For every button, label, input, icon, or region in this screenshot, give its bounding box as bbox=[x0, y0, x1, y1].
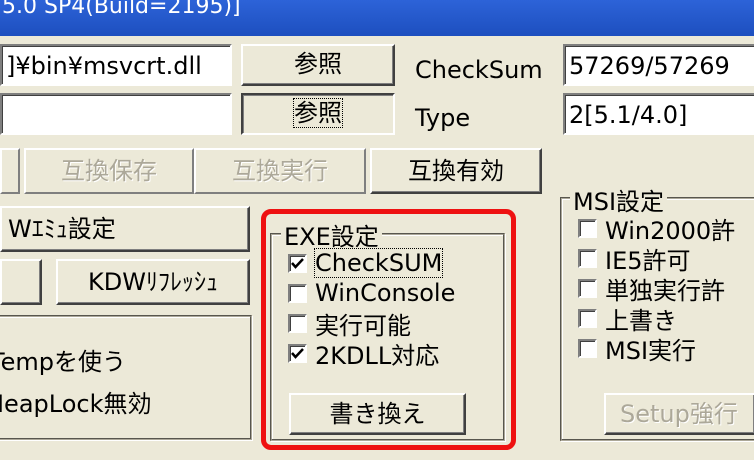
checksum-label: CheckSum bbox=[415, 56, 543, 84]
standalone-checkbox[interactable]: 単独実行許 bbox=[578, 273, 735, 305]
checkbox-box[interactable] bbox=[578, 308, 597, 328]
compat-enable-button[interactable]: 互換有効 bbox=[370, 148, 542, 194]
w-emu-settings-button[interactable]: Wｴﾐｭ設定 bbox=[0, 206, 250, 252]
ie5-checkbox[interactable]: IE5許可 bbox=[578, 243, 735, 275]
browse-button[interactable]: 参照 bbox=[241, 44, 395, 86]
compat-run-button[interactable]: 互換実行 bbox=[194, 148, 366, 194]
window-title: 5.0 SP4(Build=2195)] bbox=[2, 0, 241, 19]
browse2-label: 参照 bbox=[293, 98, 343, 128]
heaplock-text: HeapLock無効 bbox=[0, 390, 152, 418]
dll-path-input[interactable]: ]¥bin¥msvcrt.dll bbox=[0, 44, 232, 86]
win2000-checkbox[interactable]: Win2000許 bbox=[578, 213, 735, 245]
type-label: Type bbox=[415, 104, 471, 132]
compat-left-button[interactable] bbox=[0, 148, 20, 194]
msi-checkbox-list: Win2000許 IE5許可 単独実行許 上書き MSI実行 bbox=[578, 213, 735, 365]
left-small-button[interactable] bbox=[0, 259, 42, 305]
checkbox-box[interactable] bbox=[578, 218, 597, 238]
checkbox-box[interactable] bbox=[578, 278, 597, 298]
checkbox-box[interactable] bbox=[578, 248, 597, 268]
msi-run-checkbox-label: MSI実行 bbox=[605, 336, 697, 365]
title-bar: 5.0 SP4(Build=2195)] bbox=[0, 0, 754, 36]
heaplock-option-label[interactable]: HeapLock無効 bbox=[0, 384, 151, 419]
setup-force-button[interactable]: Setup強行 bbox=[604, 393, 754, 435]
temp-option-label[interactable]: Tempを使う bbox=[0, 342, 126, 377]
checksum-field[interactable]: 57269/57269 bbox=[563, 44, 754, 86]
highlight-box bbox=[261, 209, 516, 450]
checkbox-box[interactable] bbox=[578, 338, 597, 358]
path2-input[interactable] bbox=[0, 93, 232, 135]
temp-text: Tempを使う bbox=[0, 348, 126, 376]
type-field[interactable]: 2[5.1/4.0] bbox=[563, 93, 754, 135]
browse2-button[interactable]: 参照 bbox=[241, 93, 395, 135]
overwrite-checkbox[interactable]: 上書き bbox=[578, 303, 735, 335]
msi-run-checkbox[interactable]: MSI実行 bbox=[578, 333, 735, 365]
kdw-refresh-button[interactable]: KDWﾘﾌﾚｯｼｭ bbox=[56, 259, 250, 305]
left-options-group bbox=[0, 315, 252, 440]
compat-save-button[interactable]: 互換保存 bbox=[24, 148, 194, 194]
